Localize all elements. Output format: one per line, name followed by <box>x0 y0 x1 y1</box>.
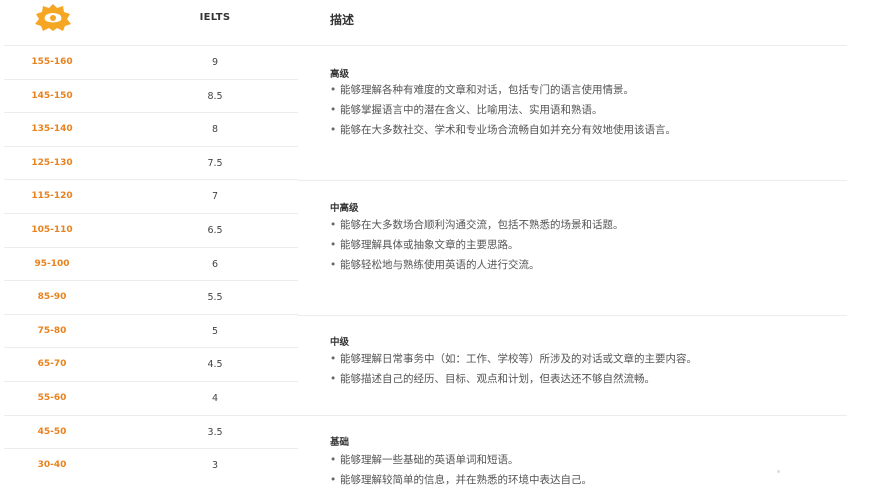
list-item: • 能够轻松地与熟练使用英语的人进行交流。 <box>330 259 540 271</box>
table-row: 145-150 8.5 <box>4 80 298 114</box>
list-item: • 能够理解较简单的信息，并在熟悉的环境中表达自己。 <box>330 474 592 486</box>
level-section-upper-intermediate: 中高级 • 能够在大多数场合顺利沟通交流，包括不熟悉的场景和话题。 • 能够理解具体… <box>298 181 847 316</box>
level-list: • 能够理解一些基础的英语单词和短语。 • 能够理解较简单的信息，并在熟悉的环境中表… <box>330 450 592 490</box>
list-item-text: 能够理解具体或抽象文章的主要思路。 <box>340 239 519 251</box>
table-row: 135-140 8 <box>4 113 298 147</box>
ielts-score: 5.5 <box>207 292 223 304</box>
header-description: 描述 <box>330 13 355 27</box>
list-item-text: 能够理解较简单的信息，并在熟悉的环境中表达自己。 <box>340 474 592 486</box>
header-ielts: IELTS <box>199 12 231 23</box>
score-table: 155-160 9 145-150 8.5 135-140 8 125-130 7.5 … <box>4 46 298 483</box>
list-item-text: 能够掌握语言中的潜在含义、比喻用法、实用语和熟语。 <box>340 104 603 116</box>
level-title: 高级 <box>330 69 350 80</box>
score-range: 145-150 <box>31 90 73 101</box>
score-range: 55-60 <box>37 392 67 403</box>
list-item-text: 能够理解一些基础的英语单词和短语。 <box>340 454 519 466</box>
table-row: 75-80 5 <box>4 315 298 349</box>
table-row: 30-40 3 <box>4 449 298 483</box>
ielts-score: 8.5 <box>207 90 223 102</box>
list-item: • 能够理解日常事务中（如：工作、学校等）所涉及的对话或文章的主要内容。 <box>330 353 697 365</box>
list-item: • 能够在大多数社交、学术和专业场合流畅自如并充分有效地使用该语言。 <box>330 124 676 136</box>
level-section-intermediate: 中级 • 能够理解日常事务中（如：工作、学校等）所涉及的对话或文章的主要内容。 •… <box>298 316 847 416</box>
list-item-text: 能够理解日常事务中（如：工作、学校等）所涉及的对话或文章的主要内容。 <box>340 353 697 365</box>
decorative-dot <box>777 470 780 473</box>
score-range: 65-70 <box>37 359 67 370</box>
ielts-score: 3.5 <box>207 426 223 438</box>
ielts-score: 7 <box>211 191 219 203</box>
ielts-score: 4 <box>211 392 219 404</box>
score-range: 155-160 <box>31 57 73 67</box>
score-range: 85-90 <box>37 292 67 303</box>
ielts-score: 7.5 <box>207 157 223 169</box>
table-row: 85-90 5.5 <box>4 281 298 315</box>
score-range: 30-40 <box>37 460 67 471</box>
table-row: 105-110 6.5 <box>4 214 298 248</box>
list-item-text: 能够在大多数场合顺利沟通交流，包括不熟悉的场景和话题。 <box>340 219 624 231</box>
score-range: 75-80 <box>37 325 67 336</box>
ielts-score: 6.5 <box>207 224 223 236</box>
list-item: • 能够在大多数场合顺利沟通交流，包括不熟悉的场景和话题。 <box>330 219 624 231</box>
list-item: • 能够理解具体或抽象文章的主要思路。 <box>330 239 519 251</box>
table-row: 125-130 7.5 <box>4 147 298 181</box>
list-item: • 能够理解一些基础的英语单词和短语。 <box>330 454 519 466</box>
ielts-score: 9 <box>211 57 219 68</box>
score-range: 115-120 <box>31 191 73 202</box>
score-range: 125-130 <box>31 157 73 168</box>
ielts-score: 5 <box>211 325 219 337</box>
table-row: 65-70 4.5 <box>4 348 298 382</box>
list-item-text: 能够在大多数社交、学术和专业场合流畅自如并充分有效地使用该语言。 <box>340 124 676 136</box>
level-title: 中级 <box>330 337 350 348</box>
level-title: 中高级 <box>330 203 359 214</box>
table-row: 155-160 9 <box>4 46 298 80</box>
ielts-score: 6 <box>211 258 219 270</box>
level-section-basic: 基础 • 能够理解一些基础的英语单词和短语。 • 能够理解较简单的信息，并在熟悉的环… <box>298 416 847 497</box>
table-row: 45-50 3.5 <box>4 416 298 450</box>
list-item: • 能够描述自己的经历、目标、观点和计划，但表达还不够自然流畅。 <box>330 373 655 385</box>
table-row: 95-100 6 <box>4 248 298 282</box>
level-list: • 能够理解各种有难度的文章和对话，包括专门的语言使用情景。 • 能够掌握语言中的潜… <box>330 80 676 140</box>
logo-icon <box>30 2 76 32</box>
score-range: 135-140 <box>31 124 73 135</box>
list-item: • 能够掌握语言中的潜在含义、比喻用法、实用语和熟语。 <box>330 104 603 116</box>
ielts-score: 3 <box>211 460 219 472</box>
score-range: 105-110 <box>31 224 73 235</box>
level-section-advanced: 高级 • 能够理解各种有难度的文章和对话，包括专门的语言使用情景。 • 能够掌握语言… <box>298 46 847 181</box>
level-list: • 能够理解日常事务中（如：工作、学校等）所涉及的对话或文章的主要内容。 • 能够描… <box>330 349 697 389</box>
ielts-score: 8 <box>211 124 219 136</box>
level-list: • 能够在大多数场合顺利沟通交流，包括不熟悉的场景和话题。 • 能够理解具体或抽象文… <box>330 215 624 275</box>
list-item-text: 能够理解各种有难度的文章和对话，包括专门的语言使用情景。 <box>340 84 634 96</box>
list-item: • 能够理解各种有难度的文章和对话，包括专门的语言使用情景。 <box>330 84 634 96</box>
list-item-text: 能够轻松地与熟练使用英语的人进行交流。 <box>340 259 540 271</box>
level-title: 基础 <box>330 437 350 448</box>
table-row: 115-120 7 <box>4 180 298 214</box>
list-item-text: 能够描述自己的经历、目标、观点和计划，但表达还不够自然流畅。 <box>340 373 655 385</box>
score-range: 95-100 <box>34 258 70 269</box>
table-row: 55-60 4 <box>4 382 298 416</box>
ielts-score: 4.5 <box>207 359 223 371</box>
score-range: 45-50 <box>37 426 67 437</box>
